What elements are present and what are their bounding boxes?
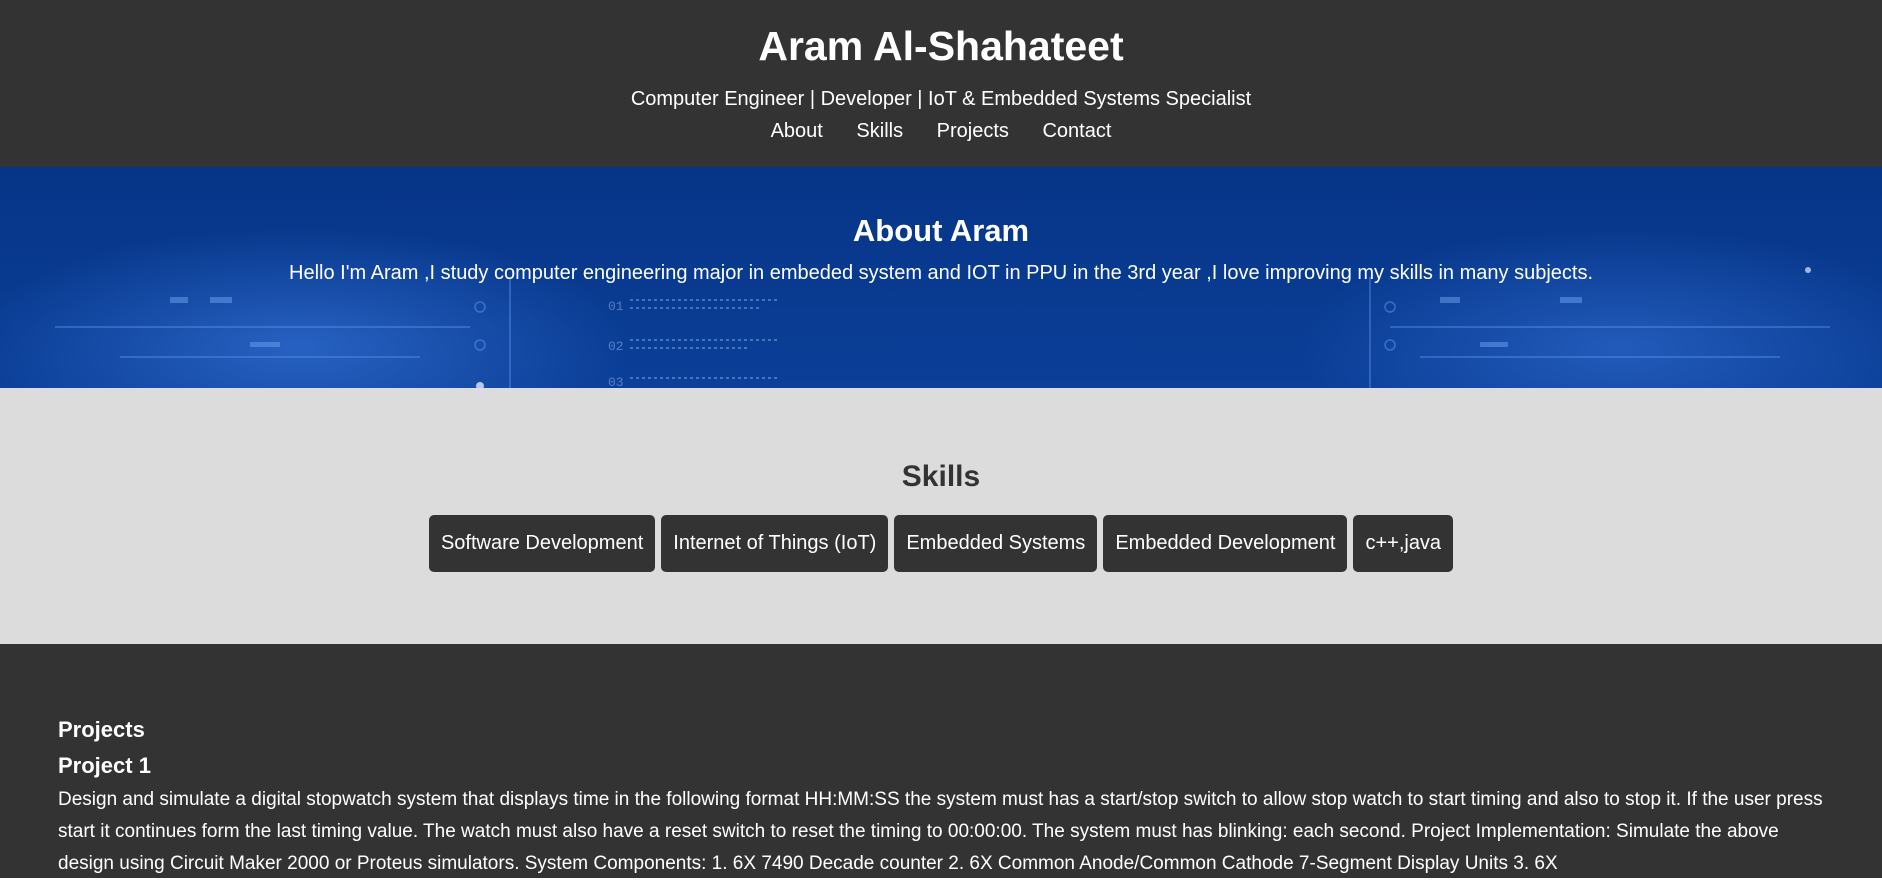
project-title: Project 1 (58, 753, 151, 778)
site-header: Aram Al-Shahateet Computer Engineer | De… (0, 0, 1882, 167)
about-content: About Aram Hello I'm Aram ,I study compu… (0, 167, 1882, 285)
bg-label-02: 02 (608, 339, 624, 354)
nav-link-projects[interactable]: Projects (937, 120, 1009, 142)
nav-link-contact[interactable]: Contact (1042, 120, 1111, 142)
skill-chip: Internet of Things (IoT) (661, 515, 889, 572)
project-item: Project 1 Design and simulate a digital … (58, 752, 1824, 880)
site-tagline: Computer Engineer | Developer | IoT & Em… (630, 88, 1252, 110)
nav-link-skills[interactable]: Skills (856, 120, 903, 142)
about-heading: About Aram (852, 213, 1030, 248)
project-description: Design and simulate a digital stopwatch … (58, 789, 1823, 874)
skills-heading: Skills (901, 460, 981, 493)
skill-list: Software Development Internet of Things … (0, 515, 1882, 572)
skills-section: Skills Software Development Internet of … (0, 388, 1882, 644)
skill-chip: c++,java (1353, 515, 1454, 572)
about-section: 01 02 03 About Aram Hello I'm Aram ,I st… (0, 167, 1882, 388)
bg-label-03: 03 (608, 375, 624, 388)
site-title: Aram Al-Shahateet (758, 23, 1124, 69)
nav-link-about[interactable]: About (771, 120, 823, 142)
main-nav: About Skills Projects Contact (0, 120, 1882, 142)
skill-chip: Embedded Systems (894, 515, 1098, 572)
projects-section: Projects Project 1 Design and simulate a… (0, 644, 1882, 884)
projects-heading: Projects (58, 717, 145, 742)
skill-chip: Software Development (428, 515, 656, 572)
about-text: Hello I'm Aram ,I study computer enginee… (289, 262, 1593, 284)
bg-label-01: 01 (608, 299, 624, 314)
skill-chip: Embedded Development (1103, 515, 1348, 572)
viewport-bottom-edge (0, 878, 1882, 884)
